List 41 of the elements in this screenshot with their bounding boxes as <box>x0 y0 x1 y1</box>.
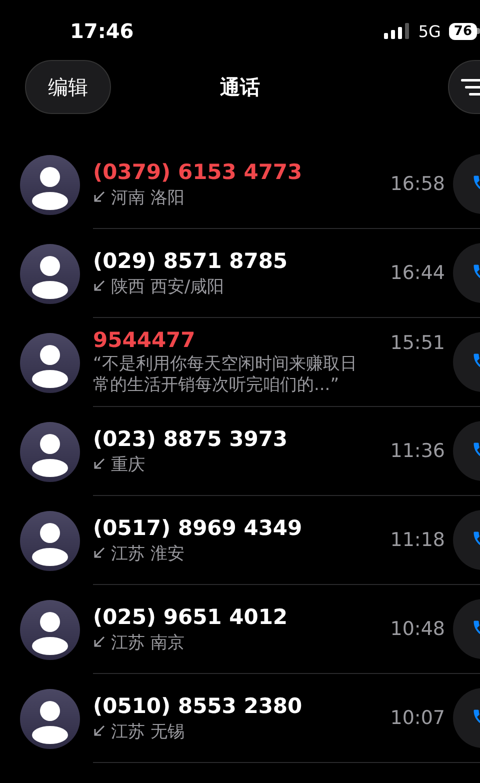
call-time: 11:36 <box>390 440 445 462</box>
avatar-icon <box>20 154 80 214</box>
status-time: 17:46 <box>70 19 134 43</box>
phone-number: (025) 9651 4012 <box>93 604 289 628</box>
battery-level: 76 <box>448 22 477 40</box>
filter-icon <box>461 78 480 96</box>
phone-number: (0517) 8969 4349 <box>93 516 304 540</box>
phone-number: (0379) 6153 4773 <box>93 160 304 184</box>
call-time: 16:44 <box>390 262 445 284</box>
signal-icon <box>384 23 410 39</box>
incoming-arrow-icon <box>93 636 105 648</box>
call-time: 11:18 <box>390 529 445 551</box>
incoming-arrow-icon <box>93 191 105 203</box>
incoming-arrow-icon <box>93 280 105 292</box>
avatar-icon <box>20 600 80 660</box>
phone-number: (029) 8571 8785 <box>93 248 289 272</box>
avatar-icon <box>20 688 80 748</box>
incoming-arrow-icon <box>93 547 105 559</box>
caller-location: 江苏 南京 <box>111 632 184 654</box>
caller-location: 河南 洛阳 <box>111 186 184 208</box>
avatar-icon <box>20 332 80 392</box>
call-time: 10:48 <box>390 618 445 640</box>
avatar-icon <box>20 422 80 482</box>
phone-number: 9544477 <box>93 328 196 352</box>
call-time: 10:07 <box>390 707 445 729</box>
edit-button[interactable]: 编辑 <box>25 60 111 114</box>
phone-number: (023) 8875 3973 <box>93 426 289 450</box>
voicemail-transcript: “不是利用你每天空闲时间来赚取日常的生活开销每次听完咱们的...” <box>93 354 358 396</box>
page-title: 通话 <box>220 74 260 98</box>
avatar-icon <box>20 244 80 304</box>
caller-location: 江苏 淮安 <box>111 542 184 564</box>
caller-location: 江苏 无锡 <box>111 720 184 742</box>
phone-number: (0510) 8553 2380 <box>93 694 304 718</box>
incoming-arrow-icon <box>93 458 105 470</box>
caller-location: 陕西 西安/咸阳 <box>111 276 224 298</box>
network-label: 5G <box>418 22 441 40</box>
call-time: 16:58 <box>390 173 445 195</box>
caller-location: 重庆 <box>111 454 145 476</box>
call-time: 15:51 <box>390 332 445 354</box>
incoming-arrow-icon <box>93 725 105 737</box>
avatar-icon <box>20 510 80 570</box>
